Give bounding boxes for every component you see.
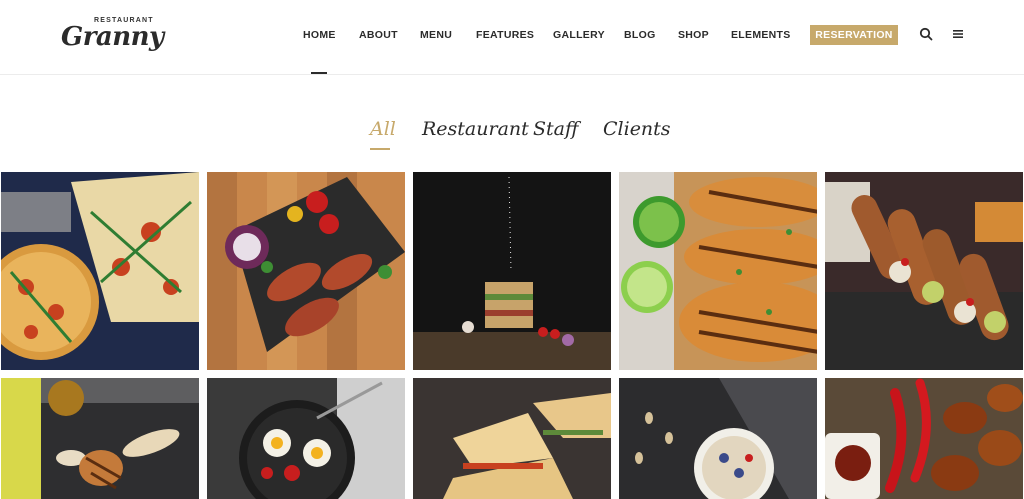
filter-restaurant[interactable]: Restaurant (422, 118, 529, 140)
grilled-chicken-image (1, 378, 199, 499)
gallery-item-sandwich[interactable] (413, 172, 611, 370)
nav-gallery[interactable]: GALLERY (553, 29, 605, 41)
gallery-item-cannoli[interactable] (825, 172, 1023, 370)
nav-about[interactable]: ABOUT (359, 29, 398, 41)
bacon-rolls-image (207, 172, 405, 370)
nav-blog[interactable]: BLOG (624, 29, 656, 41)
site-header: RESTAURANT Granny HOME ABOUT MENU FEATUR… (0, 0, 1024, 75)
pizza-image (1, 172, 199, 370)
reservation-button[interactable]: RESERVATION (810, 25, 898, 45)
nav-active-indicator (311, 72, 327, 74)
main-nav: HOME ABOUT MENU FEATURES GALLERY BLOG SH… (0, 0, 1024, 75)
filter-all[interactable]: All (370, 118, 396, 140)
gallery-item-grilled-bread[interactable] (619, 172, 817, 370)
nav-features[interactable]: FEATURES (476, 29, 534, 41)
gallery-filters: All Restaurant Staff Clients (0, 118, 1024, 154)
gallery-item-chicken-wings[interactable] (825, 378, 1023, 499)
nav-elements[interactable]: ELEMENTS (731, 29, 791, 41)
search-icon[interactable] (919, 27, 933, 41)
hamburger-menu-icon[interactable] (951, 27, 965, 41)
filter-active-indicator (370, 148, 390, 150)
nav-shop[interactable]: SHOP (678, 29, 709, 41)
nav-menu[interactable]: MENU (420, 29, 452, 41)
gallery-item-eggs-pan[interactable] (207, 378, 405, 499)
gallery-item-grilled-chicken[interactable] (1, 378, 199, 499)
gallery-item-quesadillas[interactable] (413, 378, 611, 499)
photo-gallery (0, 172, 1024, 499)
quesadillas-image (413, 378, 611, 499)
filter-clients[interactable]: Clients (603, 118, 671, 140)
chicken-wings-image (825, 378, 1023, 499)
gallery-item-bacon-rolls[interactable] (207, 172, 405, 370)
cannoli-image (825, 172, 1023, 370)
gallery-item-breakfast-bowl[interactable] (619, 378, 817, 499)
filter-staff[interactable]: Staff (533, 118, 578, 140)
eggs-pan-image (207, 378, 405, 499)
breakfast-bowl-image (619, 378, 817, 499)
nav-home[interactable]: HOME (303, 29, 336, 41)
gallery-item-pizza[interactable] (1, 172, 199, 370)
sandwich-image (413, 172, 611, 370)
grilled-bread-image (619, 172, 817, 370)
